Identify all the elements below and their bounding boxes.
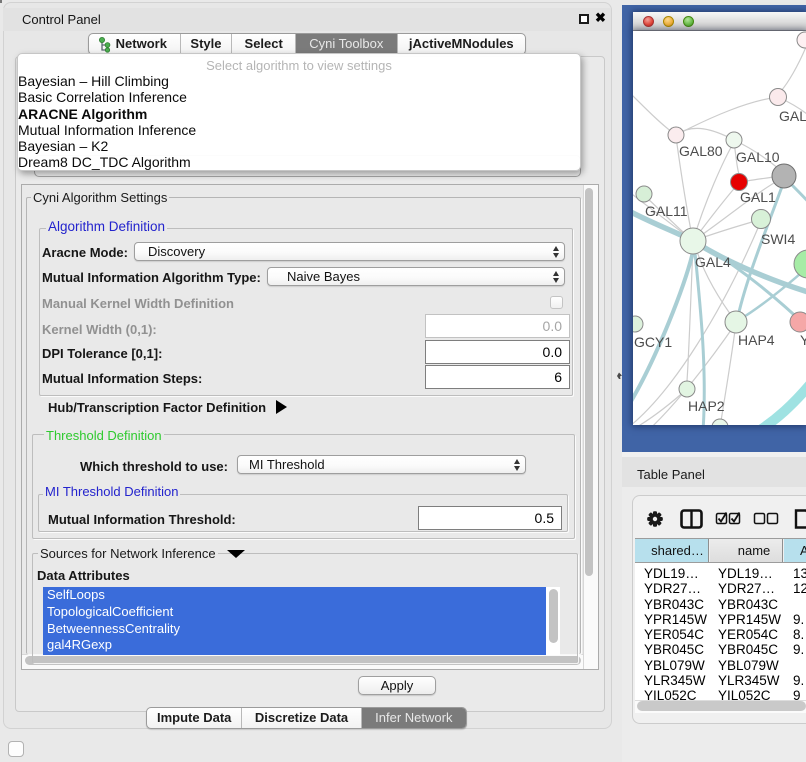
svg-text:GAL80: GAL80 (679, 143, 723, 159)
svg-text:SWI4: SWI4 (761, 231, 795, 247)
svg-text:GAL7: GAL7 (779, 108, 806, 124)
svg-text:GAL11: GAL11 (645, 203, 688, 219)
svg-text:GCY1: GCY1 (634, 334, 672, 350)
svg-text:HAP2: HAP2 (688, 398, 725, 414)
svg-text:GAL4: GAL4 (695, 254, 731, 270)
svg-text:GAL1: GAL1 (740, 189, 776, 205)
svg-text:GAL10: GAL10 (736, 149, 780, 165)
svg-text:HAP4: HAP4 (738, 332, 775, 348)
svg-text:Y: Y (800, 332, 806, 348)
